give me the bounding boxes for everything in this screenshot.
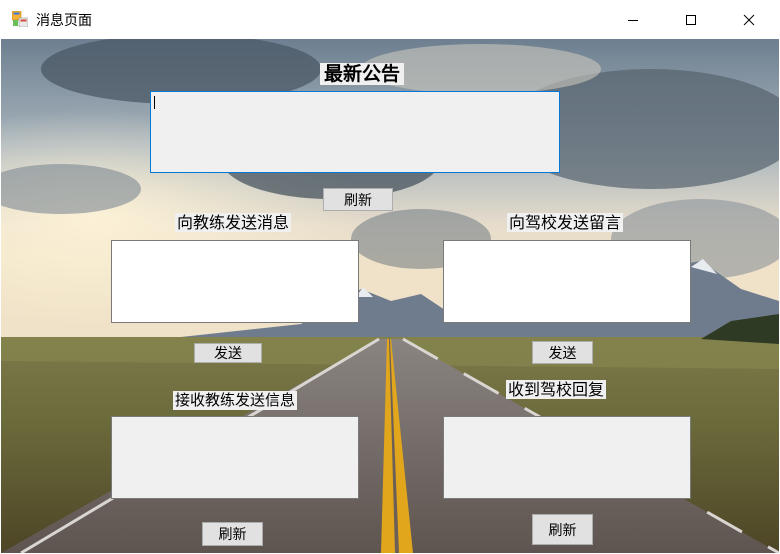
refresh-announcement-button[interactable]: 刷新 — [323, 188, 393, 211]
maximize-icon — [685, 14, 697, 26]
announcement-title: 最新公告 — [320, 63, 405, 85]
refresh-coach-reply-button[interactable]: 刷新 — [202, 522, 263, 546]
send-to-coach-button[interactable]: 发送 — [194, 343, 262, 363]
receive-from-coach-label: 接收教练发送信息 — [173, 391, 298, 410]
minimize-button[interactable] — [604, 0, 662, 39]
send-to-school-button[interactable]: 发送 — [532, 341, 593, 364]
receive-from-school-label: 收到驾校回复 — [506, 380, 607, 399]
close-button[interactable] — [720, 0, 778, 39]
message-window: 消息页面 最新公告 刷新 向教练发送消息 发送 向驾校发送留言 发送 接收教练发… — [0, 0, 780, 554]
maximize-button[interactable] — [662, 0, 720, 39]
refresh-school-reply-button[interactable]: 刷新 — [532, 514, 593, 545]
text-caret — [154, 96, 155, 109]
announcement-textbox[interactable] — [150, 91, 560, 173]
windows-forms-app-icon — [11, 10, 29, 28]
school-message-input[interactable] — [443, 240, 691, 323]
minimize-icon — [627, 14, 639, 26]
coach-reply-textbox[interactable] — [111, 416, 359, 499]
form-client-area: 最新公告 刷新 向教练发送消息 发送 向驾校发送留言 发送 接收教练发送信息 刷… — [1, 39, 779, 553]
send-to-coach-label: 向教练发送消息 — [175, 213, 292, 232]
title-bar[interactable]: 消息页面 — [0, 0, 780, 39]
window-title: 消息页面 — [36, 13, 92, 29]
coach-message-input[interactable] — [111, 240, 359, 323]
close-icon — [743, 14, 755, 26]
school-reply-textbox[interactable] — [443, 416, 691, 499]
send-to-school-label: 向驾校发送留言 — [507, 213, 624, 232]
